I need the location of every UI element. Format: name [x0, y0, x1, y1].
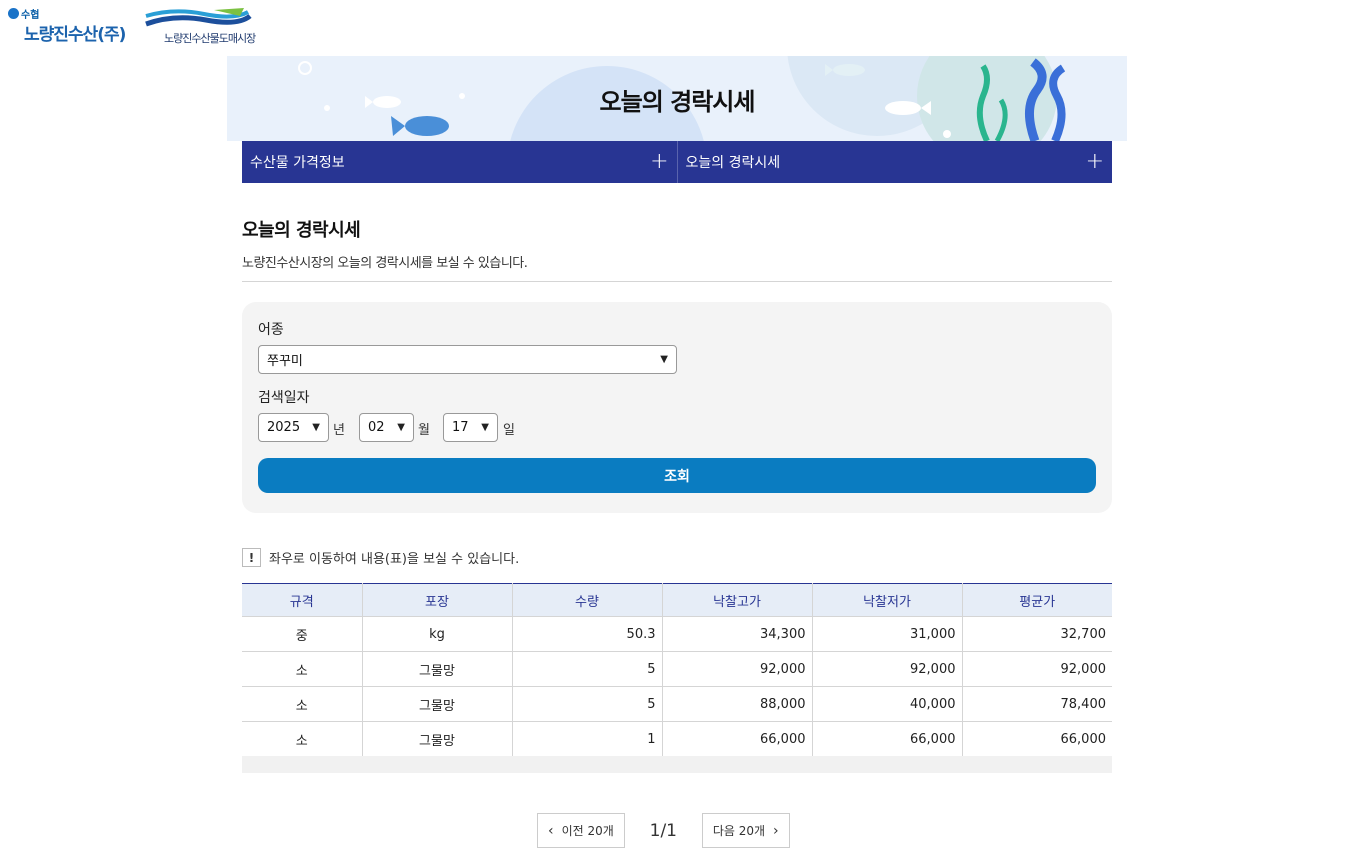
cell-avg-price: 92,000 [962, 651, 1112, 687]
species-select[interactable]: 쭈꾸미 ▼ [258, 345, 677, 374]
title-divider [242, 281, 1112, 282]
search-panel: 어종 쭈꾸미 ▼ 검색일자 2025 ▼ 년 02 ▼ 월 17 ▼ 일 조회 [242, 302, 1112, 513]
page-banner: 오늘의 경락시세 [227, 56, 1127, 141]
pagination: ‹ 이전 20개 1/1 다음 20개 › [537, 813, 790, 848]
cell-high-price: 88,000 [662, 686, 813, 722]
chevron-right-icon: › [773, 822, 779, 839]
table-header-row: 규격 포장 수량 낙찰고가 낙찰저가 평균가 [242, 583, 1112, 617]
exclamation-icon: ! [242, 548, 261, 567]
table-horizontal-scrollbar[interactable] [242, 756, 1112, 773]
chevron-left-icon: ‹ [548, 822, 554, 839]
suhyup-logo: 수협 [8, 6, 39, 21]
cell-grade: 소 [242, 651, 363, 687]
cell-low-price: 92,000 [812, 651, 963, 687]
table-row: 중 kg 50.3 34,300 31,000 32,700 [242, 616, 1112, 652]
cell-low-price: 31,000 [812, 616, 963, 652]
company-name: 노량진수산(주) [24, 25, 126, 45]
header-high-price: 낙찰고가 [662, 583, 813, 617]
chevron-down-icon: ▼ [397, 422, 405, 433]
cell-grade: 중 [242, 616, 363, 652]
species-select-value: 쭈꾸미 [267, 354, 303, 369]
fish-icon [391, 116, 449, 136]
cell-high-price: 92,000 [662, 651, 813, 687]
cell-quantity: 5 [512, 686, 663, 722]
notice-text: 좌우로 이동하여 내용(표)을 보실 수 있습니다. [269, 552, 520, 567]
location-nav: 수산물 가격정보 + 오늘의 경락시세 + [242, 141, 1112, 183]
cell-packaging: kg [362, 616, 513, 652]
table-row: 소 그물망 1 66,000 66,000 66,000 [242, 721, 1112, 757]
header-low-price: 낙찰저가 [812, 583, 963, 617]
next-page-label: 다음 20개 [712, 824, 766, 838]
cell-quantity: 50.3 [512, 616, 663, 652]
chevron-down-icon: ▼ [481, 422, 489, 433]
header-logos: 수협 노량진수산(주) 노량진수산물도매시장 [8, 6, 279, 46]
cell-low-price: 40,000 [812, 686, 963, 722]
nav-page-label: 오늘의 경락시세 [685, 155, 781, 171]
day-select-value: 17 [452, 420, 469, 435]
page-description: 노량진수산시장의 오늘의 경락시세를 보실 수 있습니다. [242, 256, 528, 271]
cell-high-price: 66,000 [662, 721, 813, 757]
chevron-down-icon: ▼ [660, 354, 668, 365]
suhyup-mark-icon [8, 8, 19, 19]
market-logo[interactable]: 노량진수산물도매시장 [144, 6, 279, 46]
day-select[interactable]: 17 ▼ [443, 413, 498, 442]
cell-avg-price: 66,000 [962, 721, 1112, 757]
prev-page-label: 이전 20개 [561, 824, 614, 838]
nav-category-dropdown[interactable]: 수산물 가격정보 + [242, 141, 678, 183]
cell-quantity: 5 [512, 651, 663, 687]
page-indicator: 1/1 [649, 820, 677, 841]
month-unit: 월 [418, 423, 430, 438]
table-row: 소 그물망 5 92,000 92,000 92,000 [242, 651, 1112, 687]
page-title: 오늘의 경락시세 [242, 220, 361, 241]
price-table: 규격 포장 수량 낙찰고가 낙찰저가 평균가 중 kg 50.3 34,300 … [242, 583, 1112, 757]
nav-category-label: 수산물 가격정보 [250, 155, 345, 171]
cell-quantity: 1 [512, 721, 663, 757]
cell-packaging: 그물망 [362, 721, 513, 757]
cell-packaging: 그물망 [362, 651, 513, 687]
month-select-value: 02 [368, 420, 385, 435]
cell-high-price: 34,300 [662, 616, 813, 652]
species-label: 어종 [258, 322, 284, 338]
plus-icon: + [650, 149, 669, 174]
plus-icon: + [1085, 149, 1104, 174]
year-unit: 년 [333, 423, 345, 438]
month-select[interactable]: 02 ▼ [359, 413, 414, 442]
cell-low-price: 66,000 [812, 721, 963, 757]
next-page-button[interactable]: 다음 20개 › [701, 813, 790, 848]
banner-title: 오늘의 경락시세 [599, 88, 756, 116]
chevron-down-icon: ▼ [312, 422, 320, 433]
year-select-value: 2025 [267, 420, 301, 435]
cell-grade: 소 [242, 686, 363, 722]
scroll-notice: ! 좌우로 이동하여 내용(표)을 보실 수 있습니다. [242, 548, 519, 567]
header-grade: 규격 [242, 583, 363, 617]
header-packaging: 포장 [362, 583, 513, 617]
table-row: 소 그물망 5 88,000 40,000 78,400 [242, 686, 1112, 722]
market-name: 노량진수산물도매시장 [164, 32, 256, 45]
cell-avg-price: 32,700 [962, 616, 1112, 652]
header-avg-price: 평균가 [962, 583, 1112, 617]
date-label: 검색일자 [258, 390, 310, 406]
year-select[interactable]: 2025 ▼ [258, 413, 329, 442]
cell-avg-price: 78,400 [962, 686, 1112, 722]
prev-page-button[interactable]: ‹ 이전 20개 [537, 813, 625, 848]
nav-page-dropdown[interactable]: 오늘의 경락시세 + [678, 141, 1113, 183]
cell-grade: 소 [242, 721, 363, 757]
header-quantity: 수량 [512, 583, 663, 617]
company-logo[interactable]: 수협 노량진수산(주) [8, 6, 128, 45]
search-button[interactable]: 조회 [258, 458, 1096, 493]
suhyup-text: 수협 [21, 10, 40, 21]
day-unit: 일 [503, 423, 515, 438]
cell-packaging: 그물망 [362, 686, 513, 722]
